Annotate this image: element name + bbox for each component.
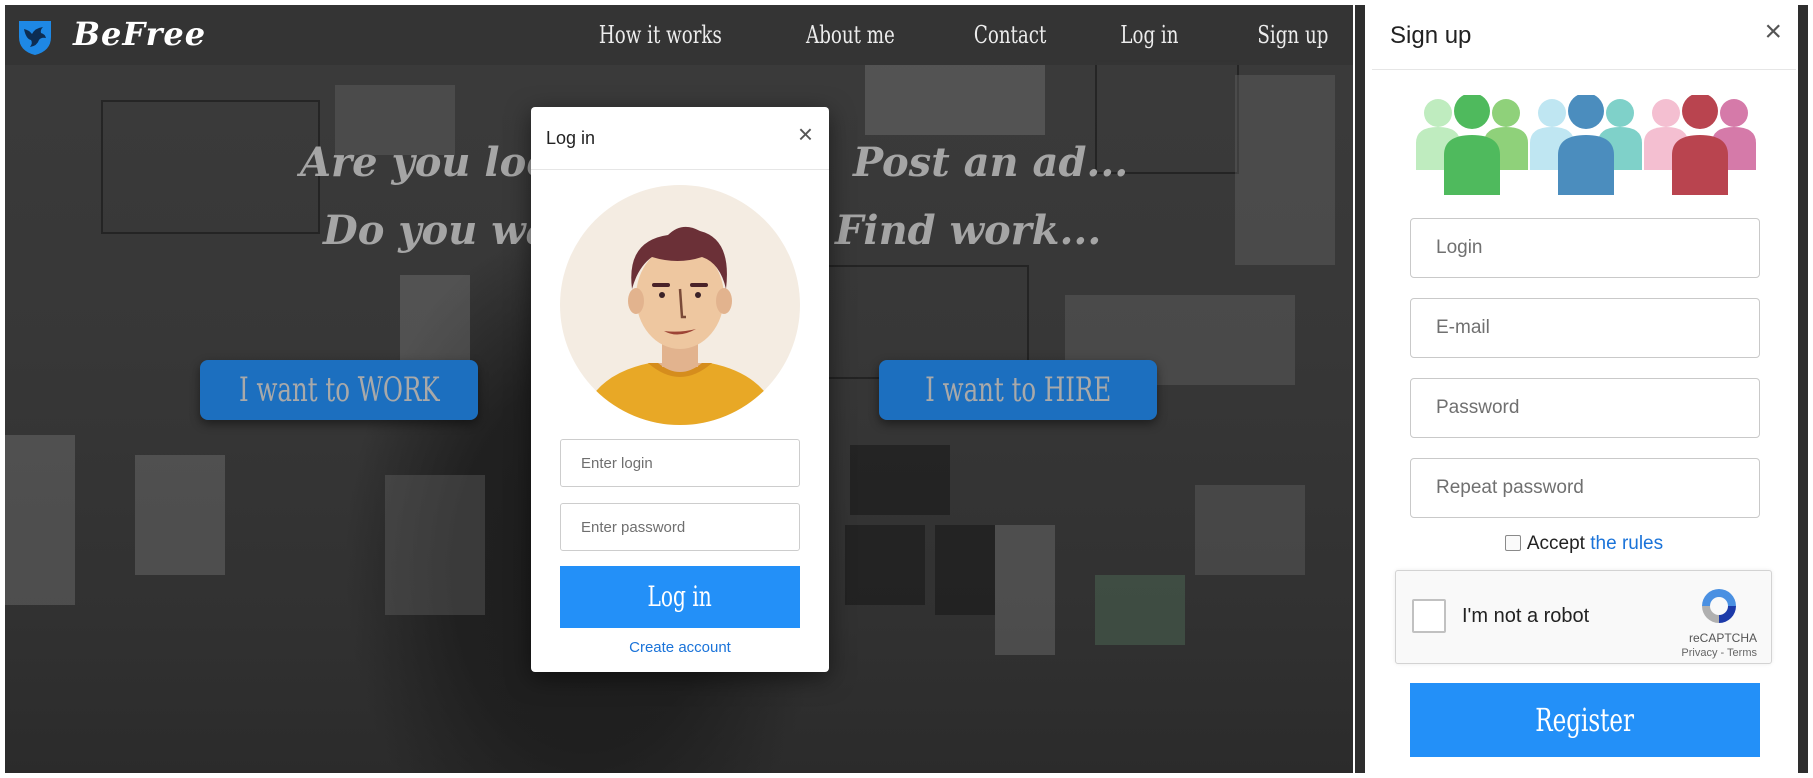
accept-rules-checkbox[interactable] xyxy=(1504,535,1521,551)
recaptcha-checkbox[interactable] xyxy=(1412,599,1446,633)
want-to-work-label: I want to WORK xyxy=(239,370,440,410)
signup-password-input[interactable] xyxy=(1410,378,1760,438)
login-modal: Log in × Lo xyxy=(531,107,829,672)
nav-log-in[interactable]: Log in xyxy=(1120,5,1178,65)
close-icon[interactable]: × xyxy=(798,121,813,147)
signup-email-input[interactable] xyxy=(1410,298,1760,358)
recaptcha-widget: I'm not a robot reCAPTCHA Privacy - Term… xyxy=(1395,570,1772,664)
brand-name[interactable]: BeFree xyxy=(73,15,206,53)
rules-link[interactable]: the rules xyxy=(1590,533,1663,554)
nav-how-it-works[interactable]: How it works xyxy=(599,5,722,65)
create-account-link[interactable]: Create account xyxy=(531,639,829,656)
login-submit-button[interactable]: Log in xyxy=(560,566,800,628)
user-avatar-icon xyxy=(560,185,800,425)
nav-contact[interactable]: Contact xyxy=(974,5,1046,65)
bird-logo-icon[interactable] xyxy=(15,17,55,57)
login-password-input[interactable] xyxy=(560,503,800,551)
hero-line2-right: Find work... xyxy=(835,207,1102,254)
accept-label: Accept xyxy=(1526,533,1585,554)
signup-header: Sign up × xyxy=(1372,5,1796,70)
right-border xyxy=(1798,5,1808,773)
login-submit-label: Log in xyxy=(647,580,713,613)
login-modal-title: Log in xyxy=(546,128,596,148)
signup-panel: Sign up × Accept the rules I'm not a rob xyxy=(1372,5,1796,773)
nav-sign-up[interactable]: Sign up xyxy=(1257,5,1328,65)
recaptcha-label: I'm not a robot xyxy=(1462,605,1590,627)
want-to-hire-button[interactable]: I want to HIRE xyxy=(879,360,1157,420)
main-nav: How it works About me Contact Log in Sig… xyxy=(560,5,1328,65)
top-navbar: BeFree How it works About me Contact Log… xyxy=(5,5,1353,65)
register-label: Register xyxy=(1535,701,1635,739)
login-modal-header: Log in × xyxy=(531,107,829,170)
panel-separator xyxy=(1355,5,1365,773)
hero-line1-right: Post an ad... xyxy=(853,139,1129,186)
signup-repeat-password-input[interactable] xyxy=(1410,458,1760,518)
recaptcha-brand: reCAPTCHA xyxy=(1688,631,1757,645)
landing-page: BeFree How it works About me Contact Log… xyxy=(5,5,1353,773)
people-group-icon xyxy=(1416,95,1756,195)
nav-about-me[interactable]: About me xyxy=(806,5,895,65)
recaptcha-terms-link[interactable]: Privacy - Terms xyxy=(1681,647,1757,659)
want-to-work-button[interactable]: I want to WORK xyxy=(200,360,478,420)
login-username-input[interactable] xyxy=(560,439,800,487)
close-icon[interactable]: × xyxy=(1764,17,1782,47)
accept-rules-row: Accept the rules xyxy=(1372,533,1796,555)
want-to-hire-label: I want to HIRE xyxy=(924,370,1112,410)
register-button[interactable]: Register xyxy=(1410,683,1760,757)
signup-login-input[interactable] xyxy=(1410,218,1760,278)
signup-title: Sign up xyxy=(1390,22,1472,49)
recaptcha-icon xyxy=(1702,589,1736,623)
